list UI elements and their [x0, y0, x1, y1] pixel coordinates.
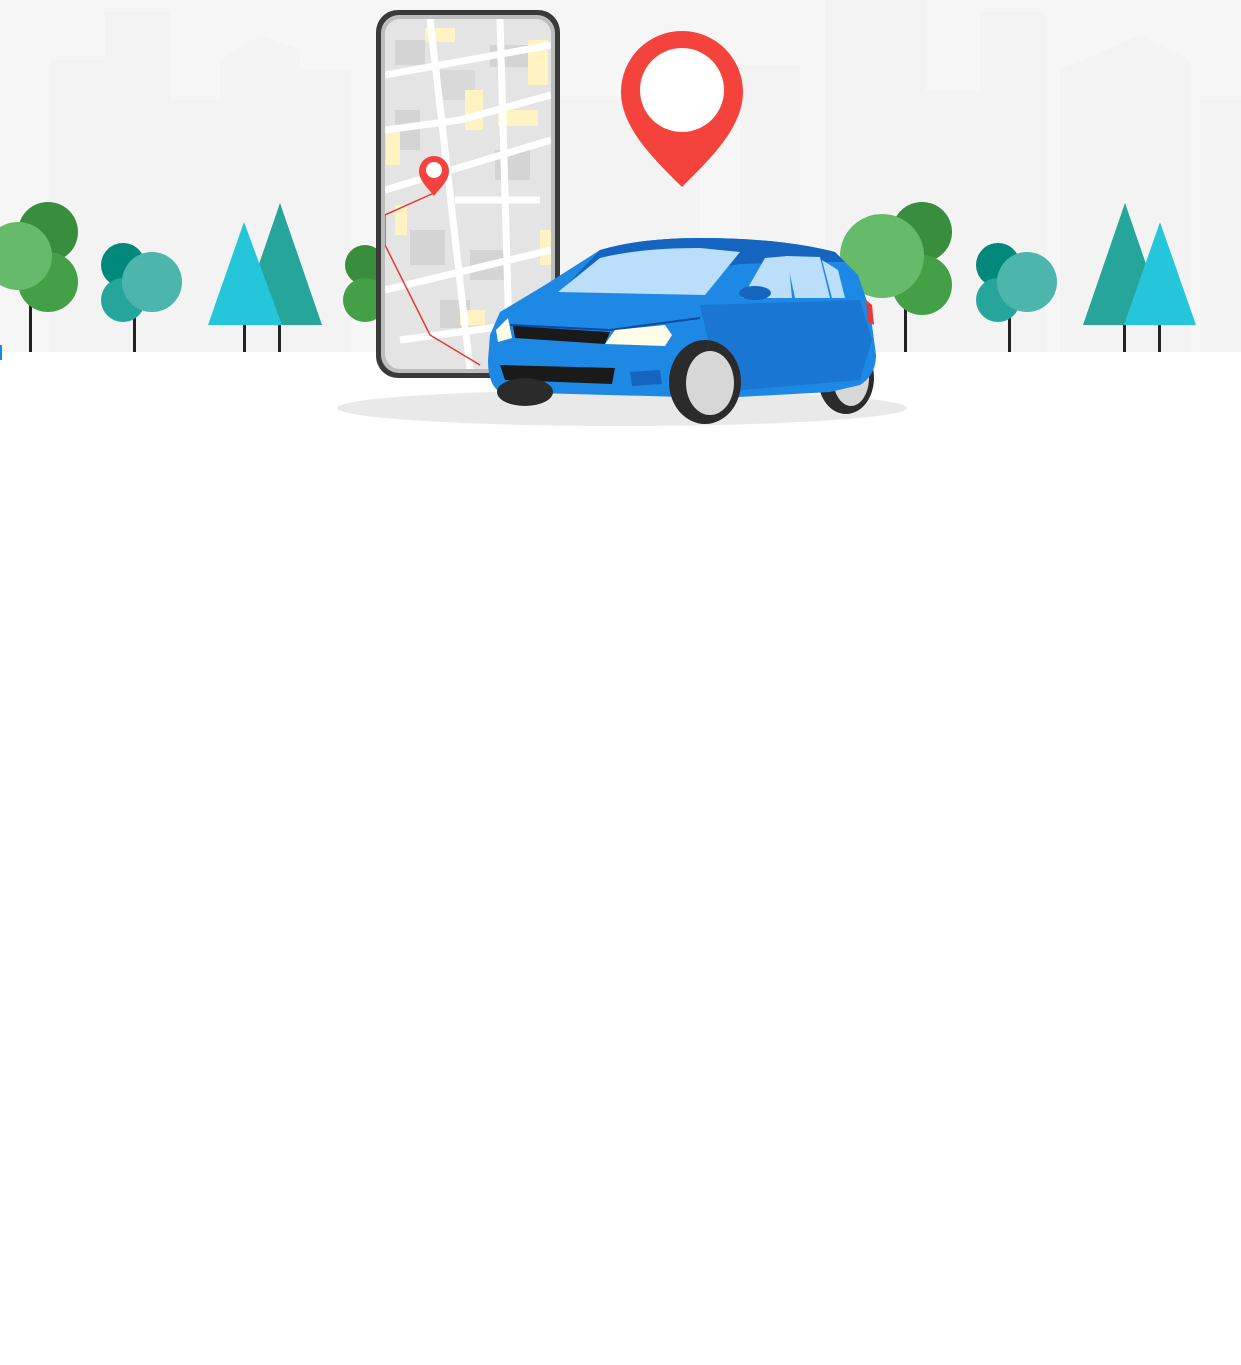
edge-sliver	[0, 345, 2, 360]
city-car-navigation-illustration	[0, 0, 1241, 440]
blank-area	[0, 440, 1241, 1365]
